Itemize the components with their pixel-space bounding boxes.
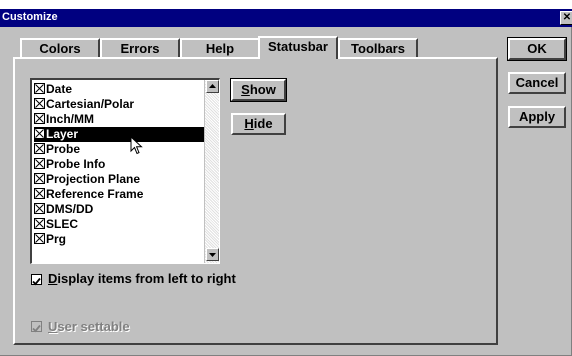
list-item[interactable]: Date bbox=[34, 82, 204, 97]
show-button[interactable]: Show bbox=[230, 78, 287, 102]
item-checkbox[interactable] bbox=[34, 203, 45, 214]
tab-errors[interactable]: Errors bbox=[100, 38, 180, 58]
item-checkbox[interactable] bbox=[34, 83, 45, 94]
x-mark-icon bbox=[35, 159, 44, 168]
tab-toolbars[interactable]: Toolbars bbox=[338, 38, 418, 58]
item-checkbox[interactable] bbox=[34, 158, 45, 169]
x-mark-icon bbox=[35, 84, 44, 93]
list-item-label: Probe Info bbox=[46, 157, 106, 171]
list-item-label: Date bbox=[46, 82, 73, 96]
x-mark-icon bbox=[35, 144, 44, 153]
x-mark-icon bbox=[35, 129, 44, 138]
checkmark-icon bbox=[32, 324, 41, 333]
user-settable-checkbox bbox=[31, 321, 42, 333]
item-checkbox[interactable] bbox=[34, 98, 45, 109]
x-mark-icon bbox=[35, 219, 44, 228]
list-item-label: DMS/DD bbox=[46, 202, 94, 216]
x-mark-icon bbox=[35, 234, 44, 243]
list-item[interactable]: SLEC bbox=[34, 217, 204, 232]
list-item-label: Probe bbox=[46, 142, 81, 156]
list-item-label: Inch/MM bbox=[46, 112, 94, 126]
statusbar-items-list[interactable]: Date Cartesian/Polar Inch/MM Layer Probe Prob… bbox=[30, 78, 220, 264]
list-item[interactable]: Layer bbox=[34, 127, 204, 142]
item-checkbox[interactable] bbox=[34, 233, 45, 244]
tab-help[interactable]: Help bbox=[180, 38, 260, 58]
list-item[interactable]: Probe bbox=[34, 142, 204, 157]
ok-button[interactable]: OK bbox=[507, 37, 567, 61]
tab-statusbar[interactable]: Statusbar bbox=[258, 36, 338, 59]
list-item-label: Cartesian/Polar bbox=[46, 97, 135, 111]
left-to-right-checkbox[interactable] bbox=[31, 274, 42, 286]
scroll-up-arrow-icon[interactable] bbox=[206, 80, 219, 93]
item-checkbox[interactable] bbox=[34, 128, 45, 139]
title-bar[interactable]: Customize ✕ bbox=[0, 9, 572, 27]
x-mark-icon bbox=[35, 114, 44, 123]
close-button[interactable]: ✕ bbox=[560, 11, 572, 25]
cancel-button[interactable]: Cancel bbox=[508, 72, 566, 94]
list-item[interactable]: Inch/MM bbox=[34, 112, 204, 127]
list-item[interactable]: Probe Info bbox=[34, 157, 204, 172]
x-mark-icon bbox=[35, 204, 44, 213]
x-mark-icon bbox=[35, 174, 44, 183]
list-scrollbar[interactable] bbox=[204, 80, 219, 263]
x-mark-icon bbox=[35, 189, 44, 198]
hide-button[interactable]: Hide bbox=[231, 113, 286, 135]
list-item[interactable]: Cartesian/Polar bbox=[34, 97, 204, 112]
list-item-label: Reference Frame bbox=[46, 187, 144, 201]
item-checkbox[interactable] bbox=[34, 218, 45, 229]
item-checkbox[interactable] bbox=[34, 143, 45, 154]
customize-dialog: Customize ✕ Colors Errors Help Statusbar… bbox=[0, 0, 572, 356]
list-item-label: Layer bbox=[46, 127, 79, 141]
left-to-right-label[interactable]: Display items from left to right bbox=[48, 271, 236, 286]
x-mark-icon bbox=[35, 99, 44, 108]
item-checkbox[interactable] bbox=[34, 113, 45, 124]
checkmark-icon bbox=[32, 277, 41, 286]
item-checkbox[interactable] bbox=[34, 188, 45, 199]
apply-button[interactable]: Apply bbox=[508, 106, 566, 128]
list-item-label: Prg bbox=[46, 232, 67, 246]
item-checkbox[interactable] bbox=[34, 173, 45, 184]
list-item-label: Projection Plane bbox=[46, 172, 141, 186]
top-strip bbox=[0, 0, 572, 9]
user-settable-label: User settable bbox=[48, 319, 130, 334]
list-item[interactable]: Projection Plane bbox=[34, 172, 204, 187]
tab-colors[interactable]: Colors bbox=[20, 38, 100, 58]
scroll-down-arrow-icon[interactable] bbox=[206, 248, 219, 261]
list-item[interactable]: Prg bbox=[34, 232, 204, 247]
arrow-pointer-icon bbox=[130, 136, 143, 155]
list-item[interactable]: Reference Frame bbox=[34, 187, 204, 202]
list-item-label: SLEC bbox=[46, 217, 79, 231]
list-item[interactable]: DMS/DD bbox=[34, 202, 204, 217]
window-title: Customize bbox=[2, 11, 58, 23]
